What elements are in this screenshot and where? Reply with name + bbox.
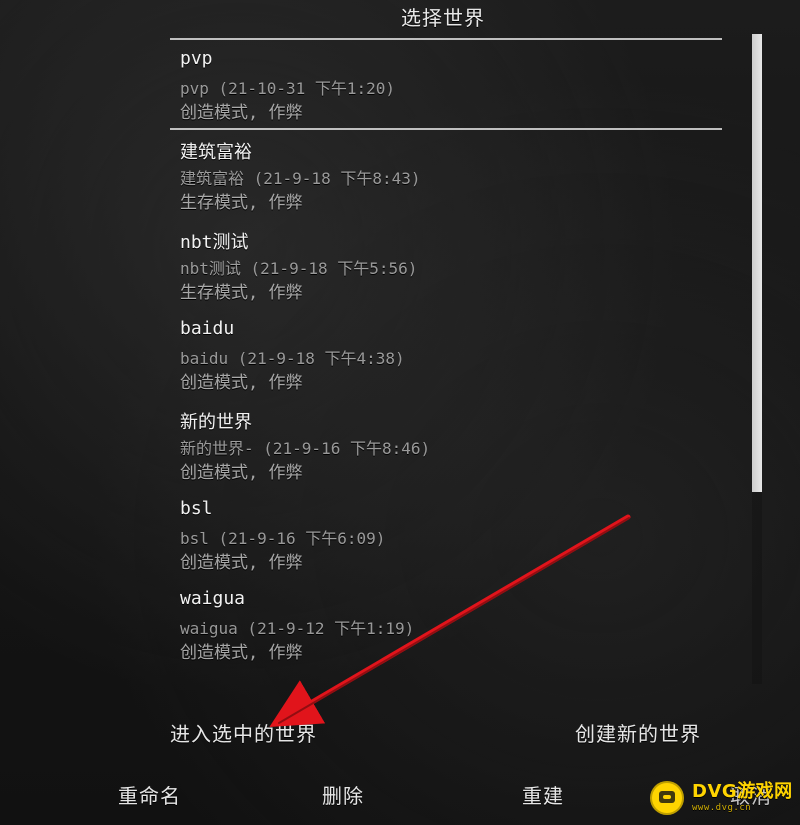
world-name: 新的世界 xyxy=(180,412,252,433)
world-mode: 创造模式, 作弊 xyxy=(180,643,303,663)
world-name: nbt测试 xyxy=(180,232,249,253)
world-mode: 生存模式, 作弊 xyxy=(180,193,303,213)
world-mode: 创造模式, 作弊 xyxy=(180,553,303,573)
world-mode: 创造模式, 作弊 xyxy=(180,103,303,123)
world-meta: bsl (21-9-16 下午6:09) xyxy=(180,529,386,548)
world-meta: 新的世界- (21-9-16 下午8:46) xyxy=(180,439,431,458)
rebuild-button[interactable]: 重建 xyxy=(522,780,592,809)
world-item[interactable]: bsl bsl (21-9-16 下午6:09) 创造模式, 作弊 xyxy=(170,490,722,580)
dvg-logo-icon xyxy=(650,781,684,815)
world-mode: 创造模式, 作弊 xyxy=(180,373,303,393)
world-item[interactable]: 建筑富裕 建筑富裕 (21-9-18 下午8:43) 生存模式, 作弊 xyxy=(170,130,722,220)
world-item[interactable]: 新的世界 新的世界- (21-9-16 下午8:46) 创造模式, 作弊 xyxy=(170,400,722,490)
world-name: 建筑富裕 xyxy=(180,142,252,163)
world-mode: 创造模式, 作弊 xyxy=(180,463,303,483)
screen-title: 选择世界 xyxy=(401,6,485,30)
enter-selected-world-button[interactable]: 进入选中的世界 xyxy=(170,718,350,747)
world-item[interactable]: pvp pvp (21-10-31 下午1:20) 创造模式, 作弊 xyxy=(170,40,722,130)
world-name: pvp xyxy=(180,48,213,69)
watermark-text: DVG游戏网 www.dvg.cn xyxy=(692,780,793,813)
world-meta: waigua (21-9-12 下午1:19) xyxy=(180,619,415,638)
world-name: waigua xyxy=(180,588,246,609)
watermark-main: DVG游戏网 xyxy=(692,780,793,802)
world-meta: baidu (21-9-18 下午4:38) xyxy=(180,349,405,368)
world-meta: 建筑富裕 (21-9-18 下午8:43) xyxy=(180,169,421,188)
world-mode: 生存模式, 作弊 xyxy=(180,283,303,303)
world-item[interactable]: waigua waigua (21-9-12 下午1:19) 创造模式, 作弊 xyxy=(170,580,722,670)
delete-button[interactable]: 删除 xyxy=(322,780,392,809)
world-name: bsl xyxy=(180,498,213,519)
rename-button[interactable]: 重命名 xyxy=(118,780,208,809)
world-list[interactable]: pvp pvp (21-10-31 下午1:20) 创造模式, 作弊 建筑富裕 … xyxy=(170,40,722,680)
scrollbar[interactable] xyxy=(752,34,762,684)
world-name: baidu xyxy=(180,318,235,339)
world-item[interactable]: baidu baidu (21-9-18 下午4:38) 创造模式, 作弊 xyxy=(170,310,722,400)
create-new-world-button[interactable]: 创建新的世界 xyxy=(575,718,735,747)
watermark-sub: www.dvg.cn xyxy=(692,802,752,813)
scrollbar-thumb[interactable] xyxy=(752,34,762,492)
world-meta: pvp (21-10-31 下午1:20) xyxy=(180,79,396,98)
world-meta: nbt测试 (21-9-18 下午5:56) xyxy=(180,259,418,278)
world-item[interactable]: nbt测试 nbt测试 (21-9-18 下午5:56) 生存模式, 作弊 xyxy=(170,220,722,310)
watermark: DVG游戏网 www.dvg.cn xyxy=(650,772,795,824)
